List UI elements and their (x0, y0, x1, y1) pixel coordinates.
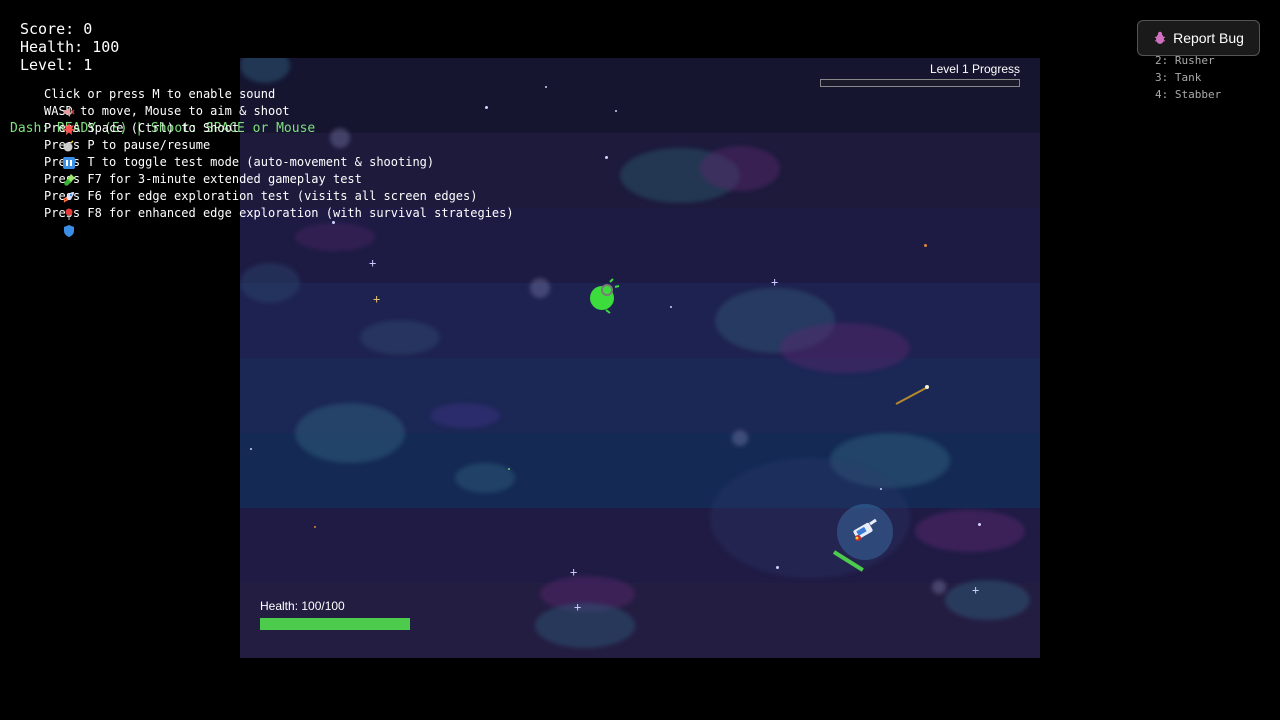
level-progress-label: Level 1 Progress (929, 62, 1020, 76)
level-readout: Level: 1 (20, 56, 93, 74)
instruction-edge-test: Press F6 for edge exploration test (visi… (20, 188, 514, 220)
bomb-icon (20, 123, 74, 151)
hud-stats: Score: 0 Health: 100 Level: 1 (20, 20, 119, 74)
star (314, 526, 316, 528)
twinkle-star: + (373, 292, 381, 306)
nebula-cloud (240, 263, 300, 303)
bug-icon (1153, 31, 1167, 45)
nebula-cloud (295, 403, 405, 463)
star (670, 306, 672, 308)
speaker-muted-icon (20, 89, 75, 117)
twinkle-star: + (972, 583, 980, 597)
twinkle-star: + (574, 600, 582, 614)
nebula-cloud (240, 58, 290, 83)
instruction-pause: Press P to pause/resume (20, 137, 514, 169)
report-bug-label: Report Bug (1173, 30, 1244, 46)
star (250, 448, 252, 450)
level-progress-track (820, 79, 1020, 87)
star (776, 566, 779, 569)
nebula-cloud (455, 463, 515, 493)
twinkle-star: + (369, 256, 377, 270)
nebula-cloud (295, 223, 375, 251)
projectile-trail (895, 385, 929, 405)
pause-icon (20, 140, 76, 169)
health-bar-track (260, 618, 410, 630)
twinkle-star: + (771, 275, 779, 289)
score-readout: Score: 0 (20, 20, 93, 38)
enemy-type-item: 4: Stabber (1155, 88, 1222, 101)
nebula-cloud (535, 603, 635, 648)
nebula-cloud (430, 403, 500, 428)
nebula-cloud (945, 580, 1030, 620)
star (605, 156, 608, 159)
health-readout: Health: 100 (20, 38, 120, 56)
enemy-type-list: 2: Rusher 3: Tank 4: Stabber (1155, 52, 1221, 103)
twinkle-star: + (570, 565, 578, 579)
star (924, 244, 927, 247)
health-bar-label: Health: 100/100 (260, 599, 345, 613)
test-tube-icon (20, 157, 76, 186)
player-ship (853, 518, 877, 541)
health-bar-fill (260, 618, 410, 630)
star (880, 488, 882, 490)
nebula-cloud (780, 323, 910, 373)
instructions-list: Click or press M to enable sound WASD to… (20, 86, 514, 237)
star (545, 86, 547, 88)
enemy-type-item: 3: Tank (1155, 71, 1202, 84)
shield-icon (20, 208, 75, 237)
report-bug-button[interactable]: Report Bug (1137, 20, 1260, 56)
instruction-shoot: Press Space (Ctrl) to Shoot (20, 120, 514, 151)
nebula-cloud (360, 320, 440, 355)
instruction-enhanced-edge: Press F8 for enhanced edge exploration (… (20, 205, 514, 237)
instruction-sound: Click or press M to enable sound (20, 86, 514, 117)
star (615, 110, 617, 112)
pin-icon (20, 191, 73, 220)
star (508, 468, 510, 470)
nebula-cloud (700, 146, 780, 191)
bubble-orb (732, 430, 748, 446)
bubble-orb (932, 580, 946, 594)
star (978, 523, 981, 526)
enemy-ship (590, 278, 620, 314)
instruction-extended-test: Press F7 for 3-minute extended gameplay … (20, 171, 514, 203)
rocket-icon (20, 174, 75, 203)
level-progress: Level 1 Progress (820, 62, 1020, 87)
bubble-orb (530, 278, 550, 298)
explosion-icon (20, 106, 76, 135)
instruction-move: WASD to move, Mouse to aim & shoot (20, 103, 514, 135)
instruction-test-mode: Press T to toggle test mode (auto-moveme… (20, 154, 514, 186)
nebula-cloud (915, 510, 1025, 552)
